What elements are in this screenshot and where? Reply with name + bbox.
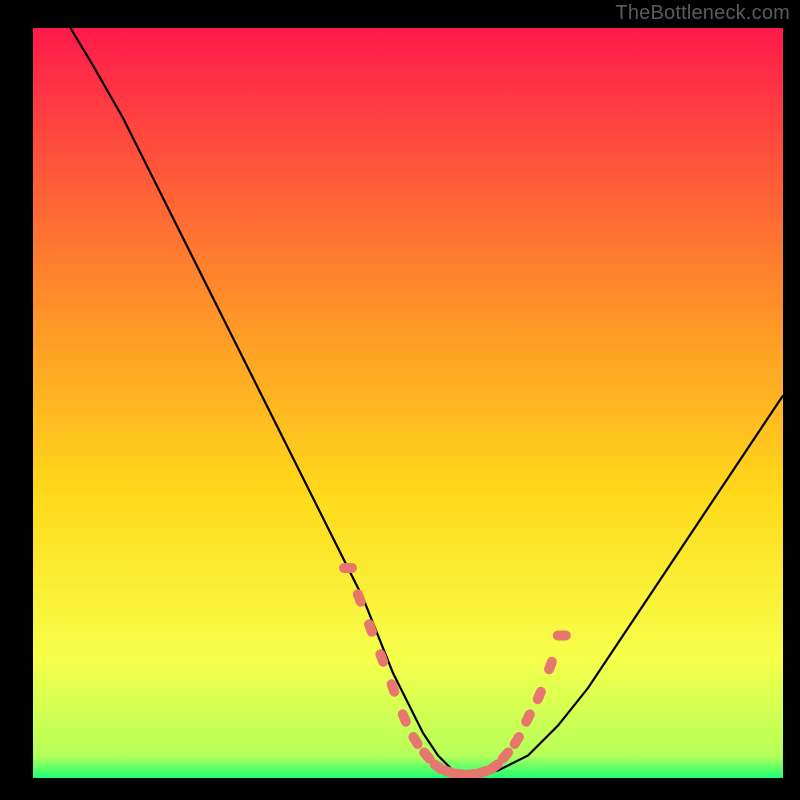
bottleneck-chart <box>33 28 783 778</box>
watermark-text: TheBottleneck.com <box>615 2 790 25</box>
highlight-dot <box>339 563 357 573</box>
gradient-background <box>33 28 783 778</box>
plot-area <box>33 28 783 778</box>
chart-frame: TheBottleneck.com <box>0 0 800 800</box>
highlight-dot <box>553 631 571 641</box>
